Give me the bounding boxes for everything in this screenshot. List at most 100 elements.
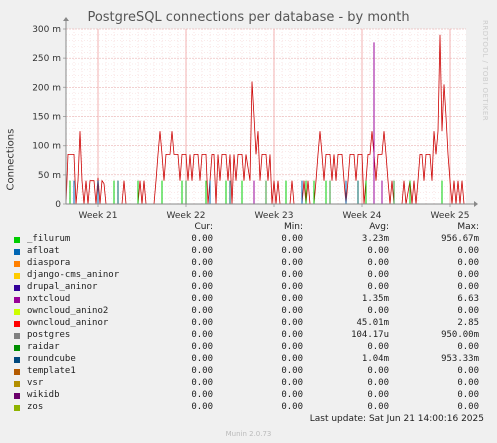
legend-value-min: 0.00 <box>281 258 303 268</box>
legend-row: _filurum 0.00 0.00 3.23m 956.67m <box>0 234 497 246</box>
legend-row: django-cms_aninor 0.00 0.00 0.00 0.00 <box>0 270 497 282</box>
legend-row: afloat 0.00 0.00 0.00 0.00 <box>0 246 497 258</box>
legend-value-min: 0.00 <box>281 402 303 412</box>
legend-header-cur: Cur: <box>194 222 213 232</box>
x-tick-label: Week 24 <box>343 211 382 221</box>
legend-series-name: postgres <box>27 330 71 340</box>
legend-series-name: wikidb <box>27 390 60 400</box>
legend-row: nxtcloud 0.00 0.00 1.35m 6.63 <box>0 294 497 306</box>
legend-row: diaspora 0.00 0.00 0.00 0.00 <box>0 258 497 270</box>
legend-value-avg: 0.00 <box>367 366 389 376</box>
legend-row: owncloud_aninor 0.00 0.00 45.01m 2.85 <box>0 318 497 330</box>
legend-value-min: 0.00 <box>281 294 303 304</box>
legend-value-cur: 0.00 <box>191 246 213 256</box>
legend-value-max: 0.00 <box>457 258 479 268</box>
x-tick-label: Week 23 <box>255 211 294 221</box>
legend-value-min: 0.00 <box>281 270 303 280</box>
legend-value-max: 953.33m <box>441 354 479 364</box>
legend-series-name: roundcube <box>27 354 76 364</box>
legend-value-avg: 45.01m <box>356 318 389 328</box>
legend-value-cur: 0.00 <box>191 258 213 268</box>
legend-row: template1 0.00 0.00 0.00 0.00 <box>0 366 497 378</box>
legend-value-min: 0.00 <box>281 366 303 376</box>
legend-header-min: Min: <box>283 222 303 232</box>
legend-value-cur: 0.00 <box>191 282 213 292</box>
y-tick-label: 300 m <box>32 25 61 35</box>
legend-row: roundcube 0.00 0.00 1.04m 953.33m <box>0 354 497 366</box>
legend-value-max: 0.00 <box>457 402 479 412</box>
legend-value-cur: 0.00 <box>191 330 213 340</box>
legend-series-name: django-cms_aninor <box>27 270 120 280</box>
legend-series-name: afloat <box>27 246 60 256</box>
legend-value-max: 0.00 <box>457 342 479 352</box>
legend-value-max: 2.85 <box>457 318 479 328</box>
legend-header-avg: Avg: <box>369 222 389 232</box>
legend-swatch <box>14 237 20 243</box>
legend-series-name: owncloud_anino2 <box>27 306 109 316</box>
legend-value-avg: 0.00 <box>367 258 389 268</box>
y-tick-label: 250 m <box>32 54 61 64</box>
legend-value-max: 0.00 <box>457 366 479 376</box>
legend-value-avg: 3.23m <box>361 234 389 244</box>
legend-value-max: 0.00 <box>457 270 479 280</box>
legend-swatch <box>14 309 20 315</box>
legend-value-min: 0.00 <box>281 354 303 364</box>
x-tick-label: Week 25 <box>431 211 470 221</box>
legend-value-avg: 0.00 <box>367 342 389 352</box>
y-tick-label: 150 m <box>32 113 61 123</box>
legend-row: zos 0.00 0.00 0.00 0.00 <box>0 402 497 414</box>
legend-value-max: 950.00m <box>441 330 479 340</box>
y-tick-label: 50 m <box>38 171 61 181</box>
legend-swatch <box>14 357 20 363</box>
last-update-text: Last update: Sat Jun 21 14:00:16 2025 <box>309 414 484 424</box>
legend-series-name: _filurum <box>27 234 71 244</box>
legend-value-min: 0.00 <box>281 378 303 388</box>
legend-value-min: 0.00 <box>281 330 303 340</box>
legend-value-min: 0.00 <box>281 318 303 328</box>
legend-value-min: 0.00 <box>281 306 303 316</box>
legend-value-cur: 0.00 <box>191 318 213 328</box>
y-tick-label: 200 m <box>32 83 61 93</box>
legend-value-min: 0.00 <box>281 390 303 400</box>
legend-value-max: 0.00 <box>457 306 479 316</box>
legend-value-cur: 0.00 <box>191 270 213 280</box>
legend-row: postgres 0.00 0.00 104.17u 950.00m <box>0 330 497 342</box>
legend-swatch <box>14 393 20 399</box>
legend-value-avg: 104.17u <box>351 330 389 340</box>
legend-swatch <box>14 249 20 255</box>
x-axis-arrow <box>474 201 478 207</box>
legend-row: wikidb 0.00 0.00 0.00 0.00 <box>0 390 497 402</box>
legend-value-avg: 0.00 <box>367 282 389 292</box>
y-tick-label: 100 m <box>32 142 61 152</box>
legend-series-name: raidar <box>27 342 60 352</box>
legend-value-avg: 0.00 <box>367 390 389 400</box>
legend-swatch <box>14 333 20 339</box>
munin-version: Munin 2.0.73 <box>225 430 272 438</box>
legend-swatch <box>14 321 20 327</box>
legend-value-avg: 1.35m <box>361 294 389 304</box>
legend-value-max: 0.00 <box>457 390 479 400</box>
legend-value-cur: 0.00 <box>191 354 213 364</box>
y-axis-arrow <box>63 17 69 21</box>
legend-value-cur: 0.00 <box>191 234 213 244</box>
legend-swatch <box>14 345 20 351</box>
legend-swatch <box>14 381 20 387</box>
legend-value-avg: 0.00 <box>367 270 389 280</box>
legend-swatch <box>14 285 20 291</box>
legend-value-min: 0.00 <box>281 282 303 292</box>
legend-value-max: 0.00 <box>457 246 479 256</box>
legend-value-avg: 0.00 <box>367 246 389 256</box>
legend-value-min: 0.00 <box>281 342 303 352</box>
legend-row: raidar 0.00 0.00 0.00 0.00 <box>0 342 497 354</box>
legend-value-cur: 0.00 <box>191 294 213 304</box>
legend-series-name: nxtcloud <box>27 294 71 304</box>
legend-value-max: 0.00 <box>457 282 479 292</box>
legend-value-cur: 0.00 <box>191 306 213 316</box>
y-tick-label: 0 <box>55 200 61 210</box>
legend-series-name: owncloud_aninor <box>27 318 109 328</box>
legend-value-cur: 0.00 <box>191 390 213 400</box>
legend-value-cur: 0.00 <box>191 342 213 352</box>
plot-area: 0 50 m 100 m 150 m 200 m 250 m 300 m Week 21 Wee… <box>32 17 478 221</box>
legend-header-max: Max: <box>457 222 479 232</box>
legend-series-name: zos <box>27 402 44 412</box>
